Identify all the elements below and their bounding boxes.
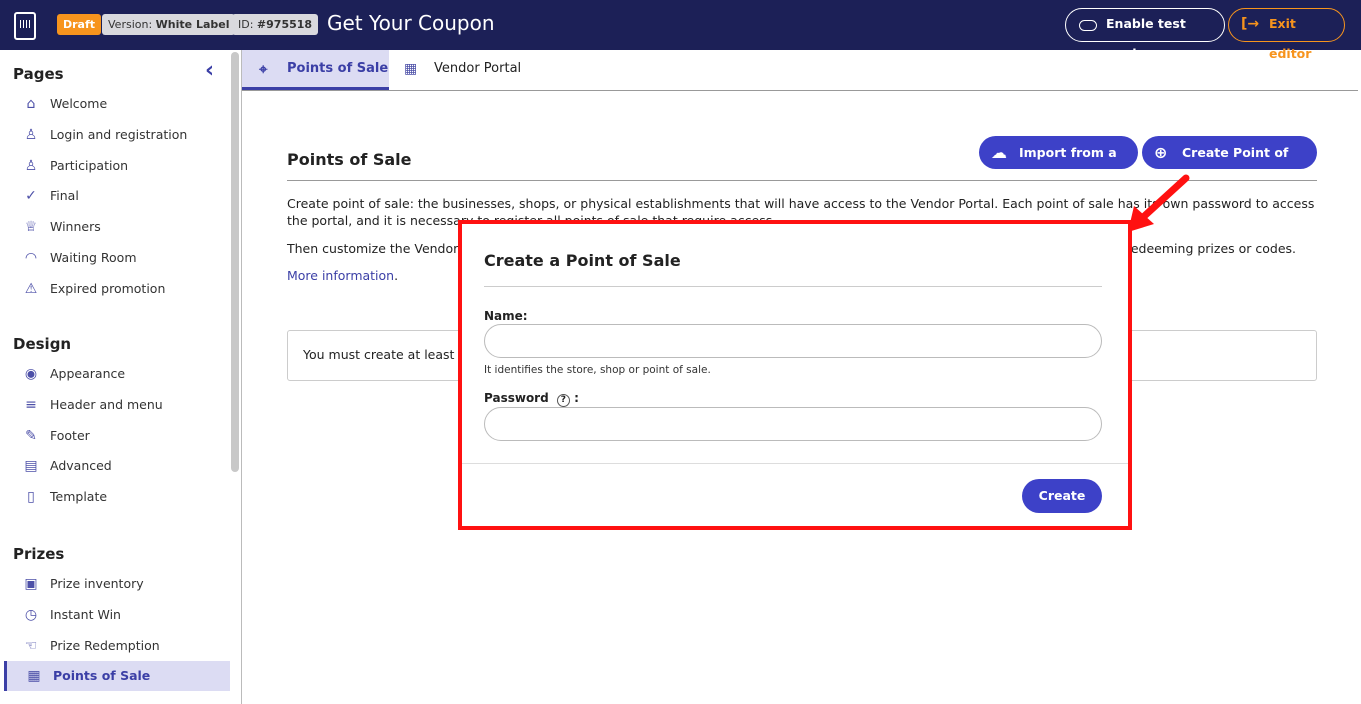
home-icon: ⌂ (26, 96, 36, 112)
exit-icon: [→ (1241, 16, 1260, 32)
tab-vendor-portal[interactable]: ▦ Vendor Portal (389, 50, 539, 90)
store-icon: ▦ (27, 668, 41, 685)
sidebar: Pages ‹ Design Prizes ⌂ Welcome ♙ Login and… (0, 50, 230, 704)
create-point-of-sale-button[interactable]: ⊕ Create Point of Sale (1142, 136, 1317, 193)
id-label: ID: (238, 18, 254, 31)
sidebar-item-winners[interactable]: ♕ Winners (4, 212, 230, 242)
prizes-section-title: Prizes (13, 545, 65, 563)
menu-icon: ≡ (25, 396, 37, 413)
create-point-of-sale-dialog: Create a Point of Sale Name: It identifi… (458, 220, 1132, 530)
description-paragraph-2-start: Then customize the Vendor P (287, 241, 470, 256)
dialog-divider (484, 286, 1102, 287)
exit-editor-button[interactable]: [→ Exit editor (1228, 8, 1345, 61)
page-title: Points of Sale (287, 150, 412, 169)
sidebar-item-expired-promotion[interactable]: ⚠ Expired promotion (4, 274, 230, 304)
version-badge: Version: White Label (102, 14, 236, 35)
user-gear-icon: ♙ (24, 126, 38, 143)
footer-icon: ✎ (25, 427, 37, 444)
create-button[interactable]: Create (1022, 479, 1102, 513)
toggle-icon (1079, 20, 1097, 31)
sidebar-item-participation[interactable]: ♙ Participation (4, 151, 230, 181)
store-icon: ▦ (404, 61, 418, 77)
draft-badge: Draft (57, 14, 102, 35)
sidebar-item-label: Points of Sale (53, 668, 151, 684)
warning-icon: ⚠ (24, 280, 38, 297)
sidebar-item-appearance[interactable]: ◉ Appearance (4, 359, 230, 389)
collapse-sidebar-icon[interactable]: ‹ (205, 58, 214, 83)
top-header: Draft Version: White Label ID: #975518 G… (0, 0, 1361, 61)
document-icon: ▯ (27, 489, 35, 506)
footer-divider (462, 463, 1128, 464)
sidebar-item-points-of-sale[interactable]: ▦ Points of Sale (4, 661, 230, 692)
hand-icon: ☜ (24, 637, 38, 654)
sidebar-item-label: Prize Redemption (50, 637, 160, 653)
sidebar-item-label: Prize inventory (50, 576, 144, 591)
location-pin-icon: ⌖ (259, 60, 268, 78)
sidebar-scrollbar[interactable] (231, 52, 239, 472)
tab-label: Points of Sale (287, 61, 389, 76)
red-arrow-annotation (1128, 174, 1190, 232)
name-label: Name: (484, 309, 528, 323)
name-input[interactable] (484, 324, 1102, 358)
pages-section-title: Pages (13, 65, 64, 83)
version-label: Version: (108, 18, 153, 31)
import-from-file-button[interactable]: ☁ Import from a file (979, 136, 1138, 193)
sidebar-item-template[interactable]: ▯ Template (4, 482, 230, 512)
sidebar-item-footer[interactable]: ✎ Footer (4, 421, 230, 451)
design-section-title: Design (13, 335, 72, 353)
sidebar-item-label: Login and registration (50, 126, 188, 142)
sidebar-item-label: Final (50, 188, 79, 204)
app-logo[interactable] (14, 12, 36, 40)
version-value: White Label (155, 18, 230, 31)
check-icon: ✓ (25, 188, 37, 205)
dialog-title: Create a Point of Sale (484, 251, 681, 270)
password-input[interactable] (484, 407, 1102, 441)
gauge-icon: ◠ (24, 250, 38, 266)
enable-test-mode-button[interactable]: Enable test mode (1065, 8, 1225, 61)
sidebar-item-label: Footer (50, 427, 90, 443)
notice-text: You must create at least 1 (303, 347, 467, 362)
help-icon[interactable]: ? (556, 394, 570, 407)
sidebar-item-label: Winners (50, 219, 101, 235)
divider (241, 50, 242, 704)
id-badge: ID: #975518 (232, 14, 319, 35)
sidebar-item-header-and-menu[interactable]: ≡ Header and menu (4, 390, 230, 420)
sidebar-item-login-and-registration[interactable]: ♙ Login and registration (4, 120, 230, 150)
description-paragraph-2-end: redeeming prizes or codes. (1126, 241, 1297, 256)
tab-label: Vendor Portal (434, 61, 522, 76)
id-value: #975518 (256, 18, 313, 31)
trophy-icon: ♕ (24, 219, 38, 236)
gift-icon: ▣ (24, 576, 38, 592)
sidebar-item-prize-inventory[interactable]: ▣ Prize inventory (4, 569, 230, 599)
plus-circle-icon: ⊕ (1154, 143, 1168, 162)
sidebar-item-final[interactable]: ✓ Final (4, 181, 230, 211)
sidebar-item-label: Advanced (50, 458, 112, 474)
sidebar-item-prize-redemption[interactable]: ☜ Prize Redemption (4, 631, 230, 661)
sidebar-item-label: Instant Win (50, 606, 121, 622)
sidebar-item-label: Participation (50, 157, 129, 173)
sidebar-item-label: Waiting Room (50, 250, 137, 265)
sidebar-item-label: Header and menu (50, 396, 163, 412)
name-hint: It identifies the store, shop or point o… (484, 364, 711, 376)
promotion-title: Get Your Coupon (327, 11, 495, 35)
user-plus-icon: ♙ (24, 157, 38, 174)
import-label: Import from a file (1019, 145, 1117, 193)
sidebar-item-welcome[interactable]: ⌂ Welcome (4, 89, 230, 119)
sidebar-item-instant-win[interactable]: ◷ Instant Win (4, 600, 230, 630)
sidebar-item-waiting-room[interactable]: ◠ Waiting Room (4, 243, 230, 273)
stopwatch-icon: ◷ (24, 606, 38, 623)
sidebar-item-advanced[interactable]: ▤ Advanced (4, 451, 230, 481)
sidebar-item-label: Appearance (50, 366, 126, 381)
more-information-link[interactable]: More information (287, 268, 394, 283)
tab-bar: ⌖ Points of Sale ▦ Vendor Portal (242, 50, 1358, 91)
sidebar-item-label: Welcome (50, 96, 108, 111)
tab-points-of-sale[interactable]: ⌖ Points of Sale (242, 50, 389, 90)
palette-icon: ◉ (24, 366, 38, 382)
cloud-upload-icon: ☁ (991, 143, 1007, 162)
sidebar-item-label: Expired promotion (50, 280, 166, 296)
sidebar-item-label: Template (50, 489, 108, 505)
code-icon: ▤ (24, 458, 38, 475)
password-label-row: Password ? : (484, 391, 579, 407)
password-label: Password (484, 391, 549, 405)
